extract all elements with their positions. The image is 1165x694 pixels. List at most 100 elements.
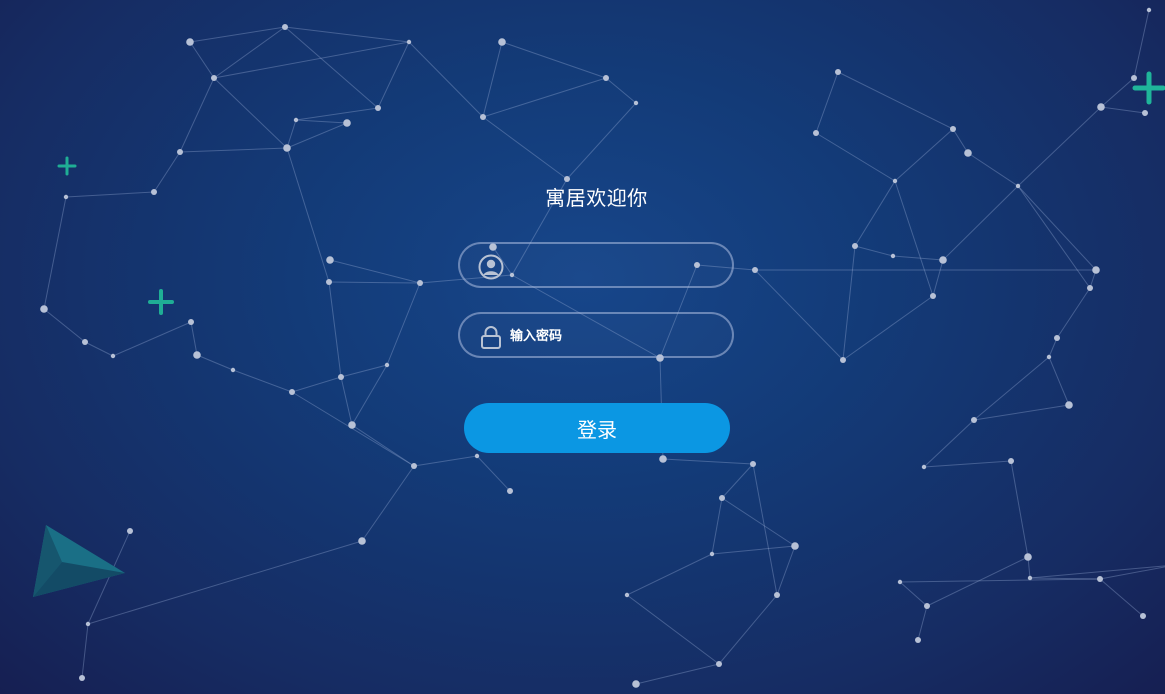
network-line (1029, 565, 1165, 579)
network-node (79, 675, 85, 681)
network-line (482, 77, 607, 118)
network-line (81, 623, 89, 679)
network-line (923, 460, 1012, 468)
network-node (82, 339, 88, 345)
network-node (326, 279, 332, 285)
network-line (566, 102, 637, 180)
network-line (501, 41, 607, 79)
network-node (915, 637, 921, 643)
network-node (1008, 458, 1014, 464)
network-node (85, 621, 91, 627)
login-button[interactable]: 登录 (464, 403, 730, 453)
network-node (897, 579, 903, 585)
password-field[interactable] (458, 312, 734, 358)
network-line (662, 458, 754, 465)
network-node (1087, 285, 1093, 291)
network-line (482, 41, 503, 118)
network-node (282, 24, 288, 30)
network-node (411, 463, 417, 469)
network-node (603, 75, 609, 81)
network-node (417, 280, 423, 286)
network-line (112, 321, 192, 357)
network-line (626, 594, 720, 665)
network-line (189, 26, 286, 43)
network-line (84, 341, 114, 357)
network-line (626, 553, 713, 596)
network-line (1010, 460, 1029, 558)
network-node (193, 351, 201, 359)
network-node (326, 256, 334, 264)
network-line (189, 41, 215, 79)
network-node (716, 661, 722, 667)
network-node (840, 357, 846, 363)
network-node (813, 130, 819, 136)
network-node (1097, 103, 1105, 111)
network-node (1092, 266, 1100, 274)
network-line (923, 419, 975, 468)
network-line (754, 269, 844, 361)
network-node (177, 149, 183, 155)
network-line (291, 376, 342, 393)
network-node (1054, 335, 1060, 341)
network-line (284, 26, 410, 43)
network-node (719, 495, 725, 501)
network-line (854, 245, 894, 257)
network-node (348, 421, 356, 429)
network-line (213, 26, 286, 79)
network-line (291, 391, 415, 467)
network-line (815, 132, 896, 182)
network-line (286, 122, 348, 149)
network-line (328, 281, 421, 284)
network-node (480, 114, 486, 120)
network-line (1017, 106, 1102, 187)
network-line (1099, 578, 1144, 617)
network-line (1100, 77, 1135, 108)
network-line (408, 41, 484, 118)
network-line (718, 594, 778, 665)
triangle-shape (33, 525, 125, 597)
network-line (377, 41, 410, 109)
network-node (343, 119, 351, 127)
network-node (283, 144, 291, 152)
network-line (286, 119, 297, 149)
username-input[interactable] (508, 244, 722, 288)
network-line (295, 107, 379, 121)
network-line (1133, 9, 1150, 79)
network-node (498, 38, 506, 46)
network-node (921, 464, 927, 470)
network-line (894, 128, 954, 182)
network-line (43, 196, 67, 310)
network-line (711, 497, 723, 555)
network-line (329, 259, 421, 284)
lock-icon (481, 326, 501, 349)
network-node (1046, 354, 1052, 360)
network-node (750, 461, 756, 467)
network-line (232, 369, 293, 393)
network-line (1048, 356, 1070, 406)
network-line (213, 77, 288, 149)
network-node (1146, 7, 1152, 13)
network-line (952, 128, 969, 154)
network-line (842, 245, 856, 361)
network-node (211, 75, 217, 81)
network-node (752, 267, 758, 273)
network-line (179, 77, 215, 153)
network-line (837, 71, 954, 130)
network-line (351, 364, 388, 426)
network-line (476, 455, 511, 492)
network-line (179, 147, 288, 153)
network-node (384, 362, 390, 368)
network-node (474, 453, 480, 459)
network-line (413, 455, 478, 467)
welcome-title: 寓居欢迎你 (545, 186, 648, 210)
username-field[interactable] (458, 242, 734, 288)
network-line (899, 578, 1101, 583)
network-line (43, 308, 86, 343)
network-node (709, 551, 715, 557)
network-node (930, 293, 936, 299)
network-node (358, 537, 366, 545)
network-node (633, 100, 639, 106)
network-line (361, 465, 415, 542)
password-input[interactable] (508, 314, 722, 358)
network-line (482, 116, 568, 180)
